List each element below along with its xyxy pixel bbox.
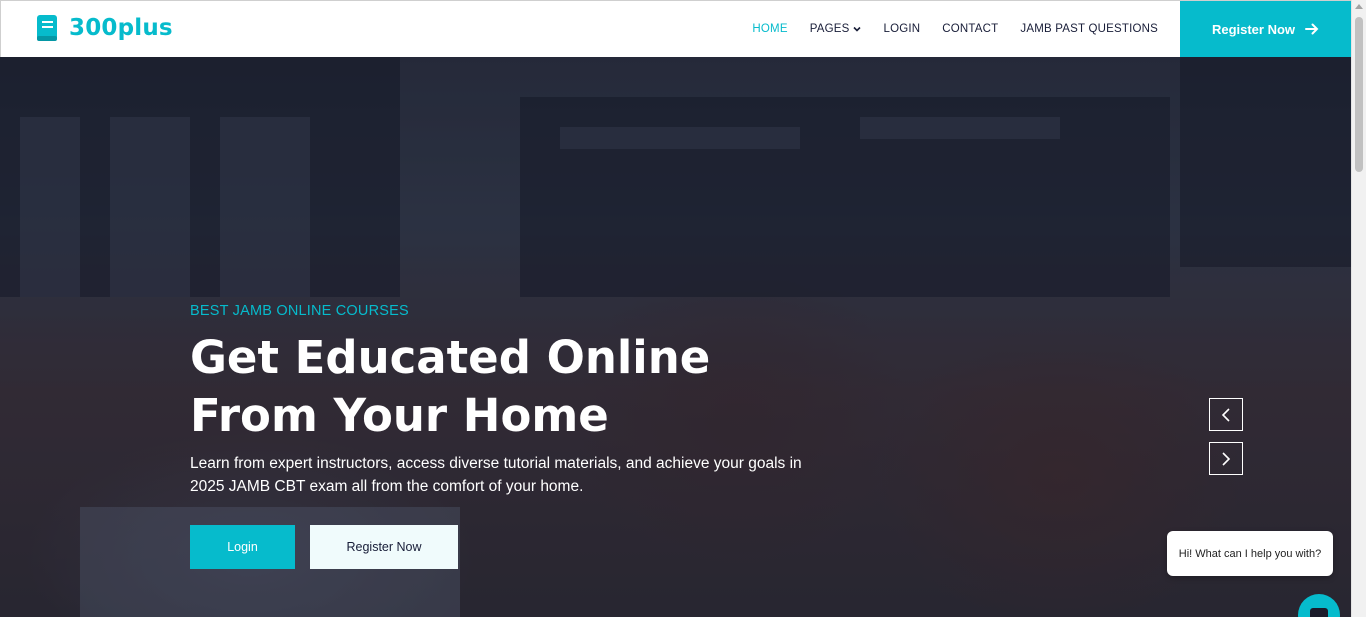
arrow-right-icon — [1305, 23, 1319, 35]
register-now-button[interactable]: Register Now — [310, 525, 458, 569]
login-button[interactable]: Login — [190, 525, 295, 569]
nav-item-jamb-past-questions[interactable]: JAMB PAST QUESTIONS — [1020, 23, 1158, 35]
hero-carousel: BEST JAMB ONLINE COURSES Get Educated On… — [0, 57, 1351, 617]
nav-item-login[interactable]: LOGIN — [883, 23, 920, 35]
hero-eyebrow: BEST JAMB ONLINE COURSES — [190, 303, 409, 319]
carousel-next-button[interactable] — [1209, 442, 1243, 475]
nav-item-pages-label: PAGES — [809, 23, 850, 35]
chevron-right-icon — [1222, 451, 1231, 466]
brand-logo[interactable]: 300plus — [36, 15, 173, 41]
scroll-up-arrow-icon[interactable] — [1355, 4, 1363, 9]
register-now-top-label: Register Now — [1211, 21, 1296, 37]
register-now-top-button[interactable]: Register Now — [1180, 1, 1351, 57]
hero-description: Learn from expert instructors, access di… — [190, 455, 802, 495]
hero-buttons: Login Register Now — [190, 525, 458, 569]
chat-greeting-text: Hi! What can I help you with? — [1178, 547, 1322, 560]
chevron-down-icon — [853, 26, 862, 32]
nav-item-home[interactable]: HOME — [752, 23, 787, 35]
brand-name: 300plus — [69, 15, 173, 41]
hero-content: BEST JAMB ONLINE COURSES Get Educated On… — [190, 303, 850, 498]
book-icon — [37, 15, 57, 41]
chevron-left-icon — [1221, 407, 1230, 422]
chat-icon — [1310, 608, 1328, 617]
hero-headline: Get Educated Online From Your Home — [190, 331, 711, 442]
chat-greeting-bubble[interactable]: Hi! What can I help you with? — [1167, 531, 1333, 576]
page-scrollbar[interactable] — [1351, 0, 1366, 617]
carousel-prev-button[interactable] — [1209, 398, 1243, 431]
nav-item-pages[interactable]: PAGES — [810, 23, 862, 35]
top-navbar: 300plus HOME PAGES LOGIN CONTACT JAMB PA… — [0, 0, 1351, 57]
nav-item-contact[interactable]: CONTACT — [942, 23, 998, 35]
scrollbar-thumb[interactable] — [1355, 17, 1363, 172]
main-nav: HOME PAGES LOGIN CONTACT JAMB PAST QUEST… — [730, 1, 1158, 57]
